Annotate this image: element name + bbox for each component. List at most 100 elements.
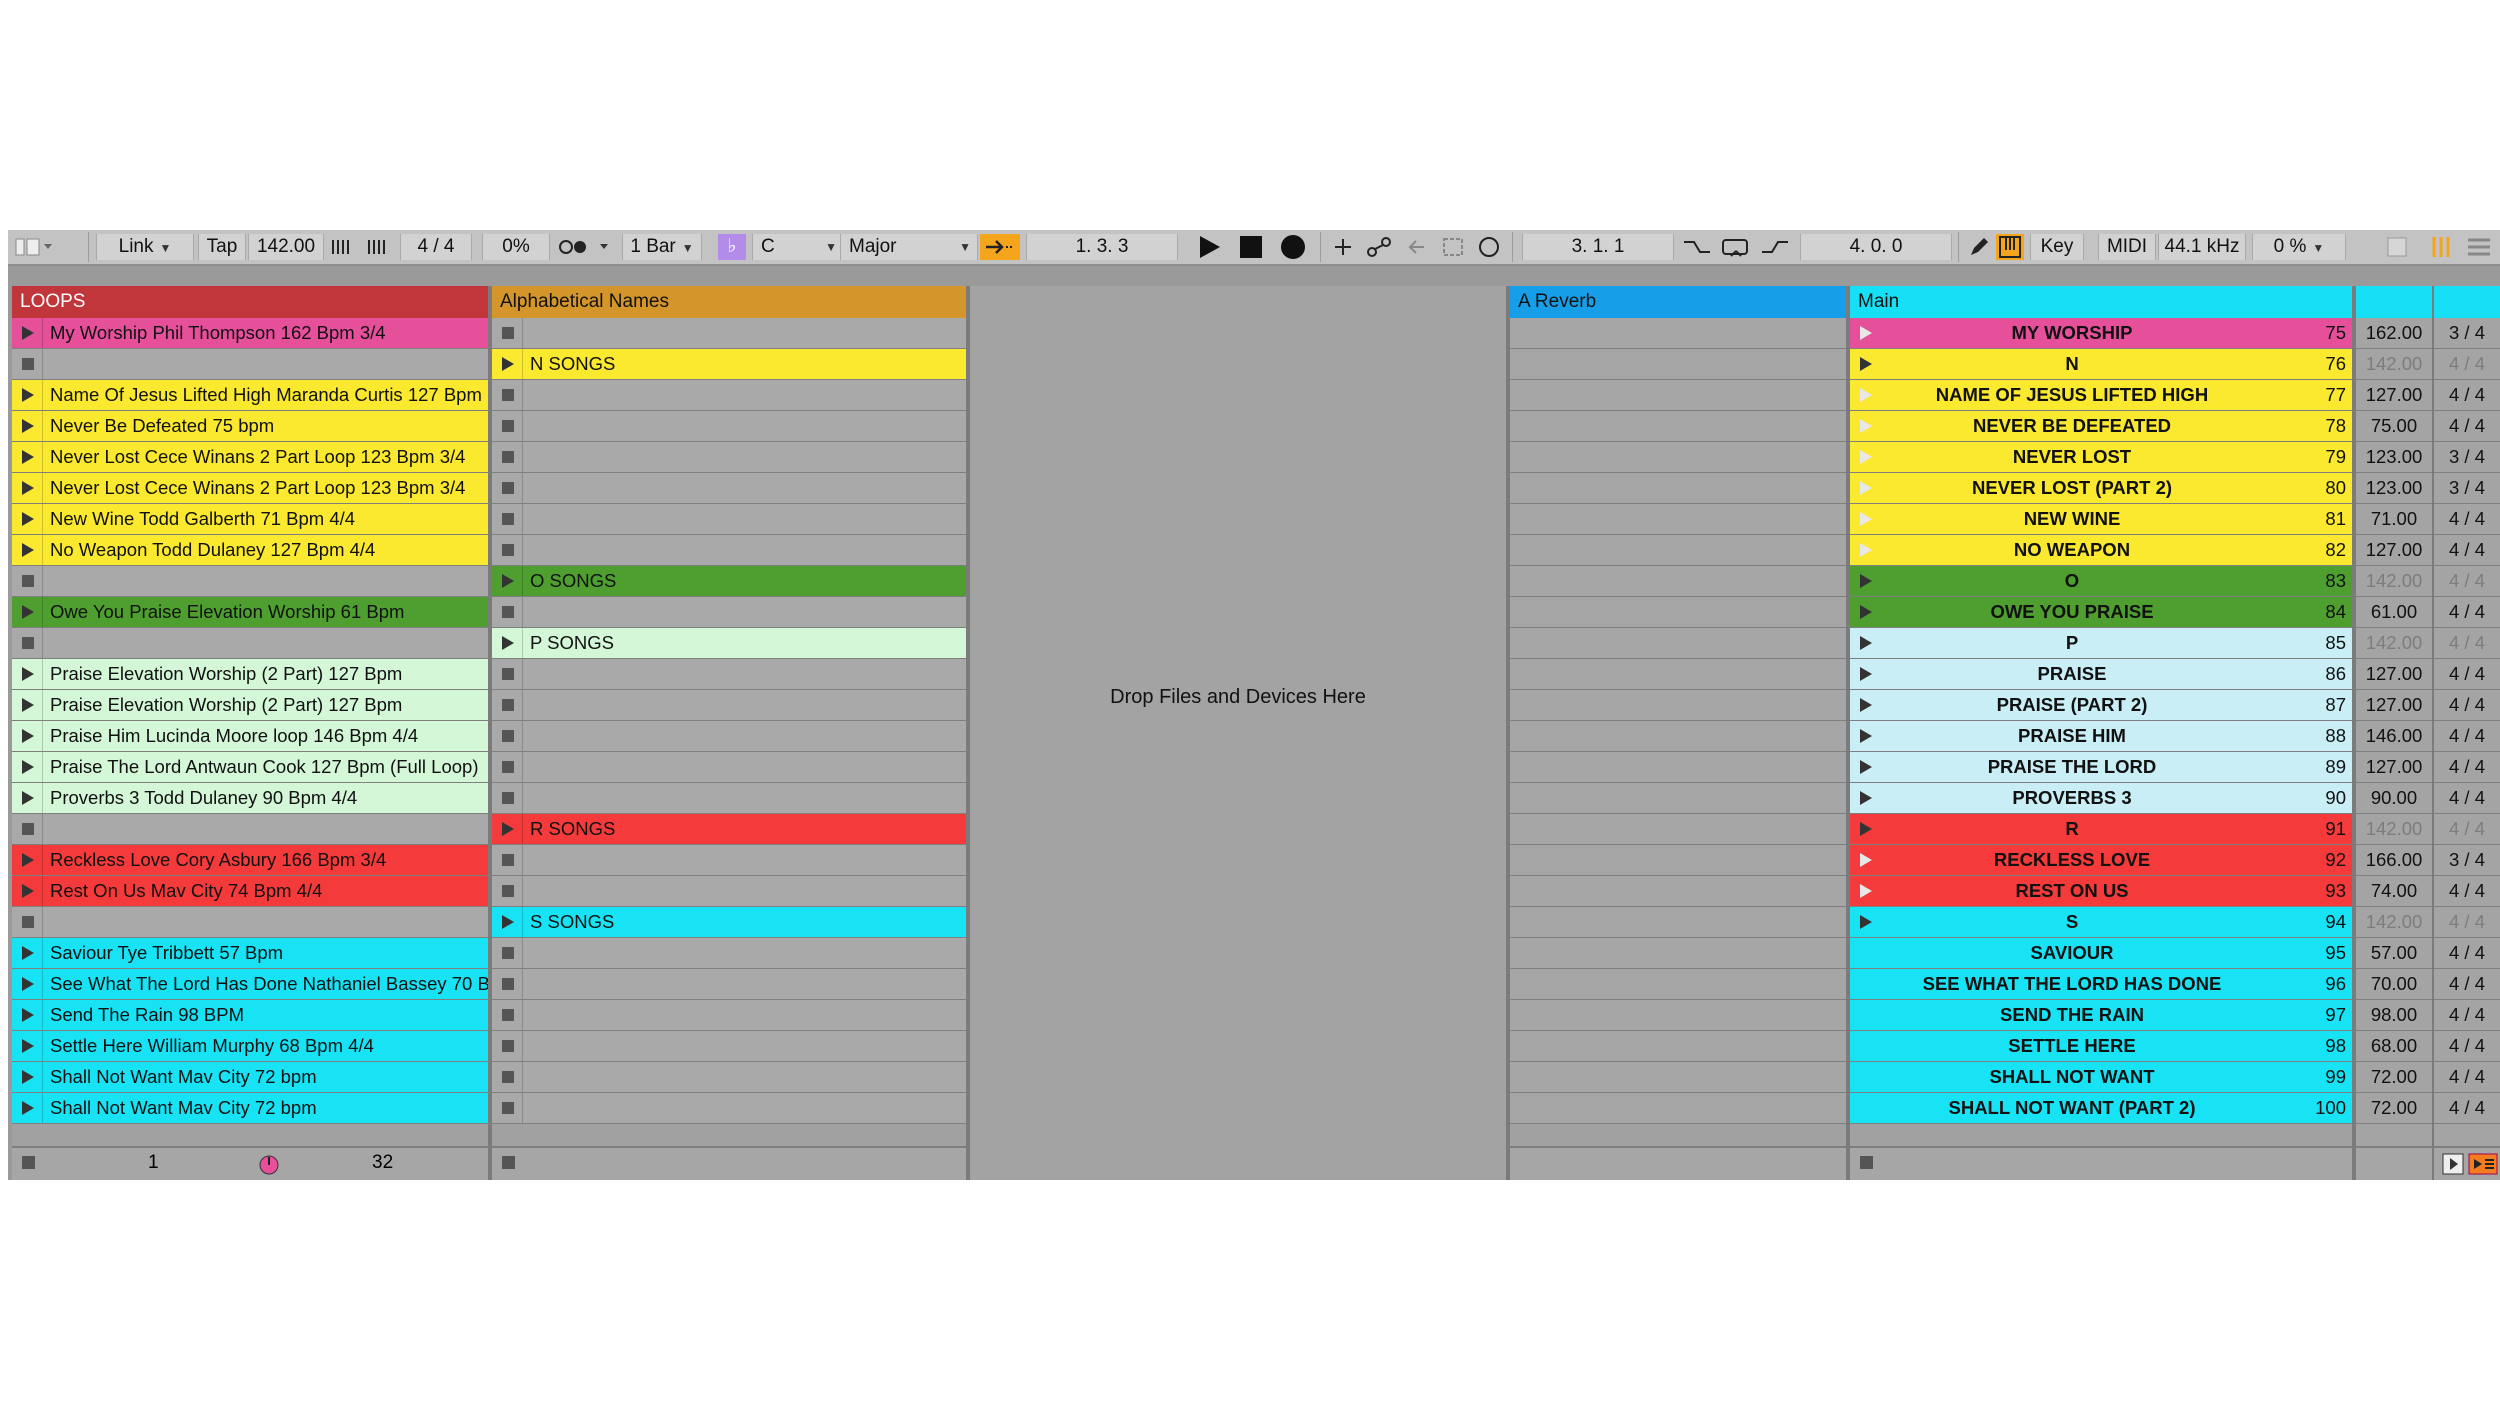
stop-icon[interactable]	[1236, 234, 1266, 260]
clip-stop-icon[interactable]	[502, 1040, 514, 1052]
punch-in-icon[interactable]	[1680, 234, 1714, 260]
empty-return-slot[interactable]	[1510, 907, 1846, 938]
clip-slot[interactable]: O SONGS	[492, 566, 966, 597]
overview-icon[interactable]	[2384, 234, 2410, 260]
clip-stop-icon[interactable]	[502, 420, 514, 432]
clip-launch-icon[interactable]	[502, 915, 514, 929]
clip-launch-icon[interactable]	[502, 636, 514, 650]
clip-stop-icon[interactable]	[22, 358, 34, 370]
empty-return-slot[interactable]	[1510, 628, 1846, 659]
empty-clip-slot[interactable]	[492, 659, 966, 690]
clip-launch-icon[interactable]	[22, 729, 34, 743]
scene-tempo[interactable]: 127.00	[2356, 752, 2432, 783]
empty-return-slot[interactable]	[1510, 938, 1846, 969]
footer-value-left[interactable]: 1	[148, 1148, 159, 1178]
scene-launch-toggle-icon[interactable]	[2468, 1153, 2498, 1185]
clip-stop-icon[interactable]	[502, 389, 514, 401]
scene-tempo[interactable]: 61.00	[2356, 597, 2432, 628]
computer-midi-keyboard-icon[interactable]	[1996, 234, 2024, 260]
scene-tempo[interactable]: 70.00	[2356, 969, 2432, 1000]
clip-launch-icon[interactable]	[22, 481, 34, 495]
clip-slot[interactable]: Praise The Lord Antwaun Cook 127 Bpm (Fu…	[12, 752, 488, 783]
empty-clip-slot[interactable]	[492, 845, 966, 876]
clip-stop-icon[interactable]	[502, 699, 514, 711]
scene-time-signature[interactable]: 4 / 4	[2434, 1031, 2500, 1062]
scene-tempo[interactable]: 142.00	[2356, 628, 2432, 659]
clip-slot[interactable]: Shall Not Want Mav City 72 bpm	[12, 1093, 488, 1124]
scene-time-signature[interactable]: 4 / 4	[2434, 721, 2500, 752]
clip-slot[interactable]: No Weapon Todd Dulaney 127 Bpm 4/4	[12, 535, 488, 566]
scene-time-signature[interactable]: 4 / 4	[2434, 752, 2500, 783]
scene-row[interactable]: R 91	[1850, 814, 2352, 845]
scene-time-signature[interactable]: 4 / 4	[2434, 535, 2500, 566]
empty-return-slot[interactable]	[1510, 969, 1846, 1000]
scene-row[interactable]: RECKLESS LOVE 92	[1850, 845, 2352, 876]
empty-clip-slot[interactable]	[492, 318, 966, 349]
empty-return-slot[interactable]	[1510, 876, 1846, 907]
scene-tempo[interactable]: 127.00	[2356, 535, 2432, 566]
scene-row[interactable]: SAVIOUR 95	[1850, 938, 2352, 969]
scene-time-signature[interactable]: 4 / 4	[2434, 938, 2500, 969]
scene-time-signature[interactable]: 4 / 4	[2434, 659, 2500, 690]
clip-stop-icon[interactable]	[502, 947, 514, 959]
scene-row[interactable]: NO WEAPON 82	[1850, 535, 2352, 566]
clip-stop-icon[interactable]	[502, 544, 514, 556]
clip-slot[interactable]: See What The Lord Has Done Nathaniel Bas…	[12, 969, 488, 1000]
clip-launch-icon[interactable]	[22, 853, 34, 867]
empty-clip-slot[interactable]	[492, 1000, 966, 1031]
empty-clip-slot[interactable]	[492, 473, 966, 504]
automation-arm-icon[interactable]	[1364, 234, 1394, 260]
empty-return-slot[interactable]	[1510, 783, 1846, 814]
scene-row[interactable]: NEVER BE DEFEATED 78	[1850, 411, 2352, 442]
key-root-select[interactable]: C ▼	[752, 234, 844, 260]
stop-all-icon[interactable]	[1860, 1156, 1873, 1169]
scene-time-signature[interactable]: 4 / 4	[2434, 380, 2500, 411]
clip-stop-icon[interactable]	[502, 1009, 514, 1021]
quantize-select[interactable]: 1 Bar ▼	[622, 234, 702, 260]
empty-return-slot[interactable]	[1510, 721, 1846, 752]
empty-return-slot[interactable]	[1510, 1000, 1846, 1031]
scene-tempo[interactable]: 72.00	[2356, 1093, 2432, 1124]
empty-clip-slot[interactable]	[492, 535, 966, 566]
clip-launch-icon[interactable]	[502, 822, 514, 836]
empty-return-slot[interactable]	[1510, 1062, 1846, 1093]
scene-row[interactable]: PRAISE HIM 88	[1850, 721, 2352, 752]
clip-slot[interactable]: Name Of Jesus Lifted High Maranda Curtis…	[12, 380, 488, 411]
clip-stop-icon[interactable]	[502, 327, 514, 339]
empty-return-slot[interactable]	[1510, 535, 1846, 566]
clip-slot[interactable]: Owe You Praise Elevation Worship 61 Bpm	[12, 597, 488, 628]
groove-amount-field[interactable]: 0%	[482, 234, 550, 260]
clip-launch-icon[interactable]	[22, 1039, 34, 1053]
empty-clip-slot[interactable]	[12, 907, 488, 938]
scene-time-signature[interactable]: 4 / 4	[2434, 411, 2500, 442]
empty-clip-slot[interactable]	[12, 566, 488, 597]
scene-row[interactable]: PROVERBS 3 90	[1850, 783, 2352, 814]
empty-return-slot[interactable]	[1510, 845, 1846, 876]
clip-stop-icon[interactable]	[502, 854, 514, 866]
empty-clip-slot[interactable]	[492, 783, 966, 814]
empty-clip-slot[interactable]	[492, 1031, 966, 1062]
clip-launch-icon[interactable]	[22, 667, 34, 681]
clip-slot[interactable]: My Worship Phil Thompson 162 Bpm 3/4	[12, 318, 488, 349]
scene-time-signature[interactable]: 4 / 4	[2434, 783, 2500, 814]
scene-tempo[interactable]: 90.00	[2356, 783, 2432, 814]
scene-time-signature[interactable]: 3 / 4	[2434, 473, 2500, 504]
empty-return-slot[interactable]	[1510, 442, 1846, 473]
track-header-a-reverb[interactable]: A Reverb	[1510, 286, 1846, 318]
record-icon[interactable]	[1278, 234, 1308, 260]
scene-tempo[interactable]: 57.00	[2356, 938, 2432, 969]
clip-launch-icon[interactable]	[22, 1008, 34, 1022]
add-icon[interactable]	[1330, 234, 1356, 260]
scene-row[interactable]: SEND THE RAIN 97	[1850, 1000, 2352, 1031]
metronome-icon[interactable]	[556, 234, 616, 260]
empty-clip-slot[interactable]	[12, 628, 488, 659]
empty-return-slot[interactable]	[1510, 566, 1846, 597]
scene-row[interactable]: P 85	[1850, 628, 2352, 659]
clip-slot[interactable]: N SONGS	[492, 349, 966, 380]
nudge-up-icon[interactable]	[364, 234, 394, 260]
clip-launch-icon[interactable]	[22, 977, 34, 991]
clip-stop-icon[interactable]	[502, 885, 514, 897]
scene-time-signature[interactable]: 4 / 4	[2434, 1062, 2500, 1093]
clip-stop-icon[interactable]	[502, 606, 514, 618]
clip-stop-icon[interactable]	[502, 1071, 514, 1083]
